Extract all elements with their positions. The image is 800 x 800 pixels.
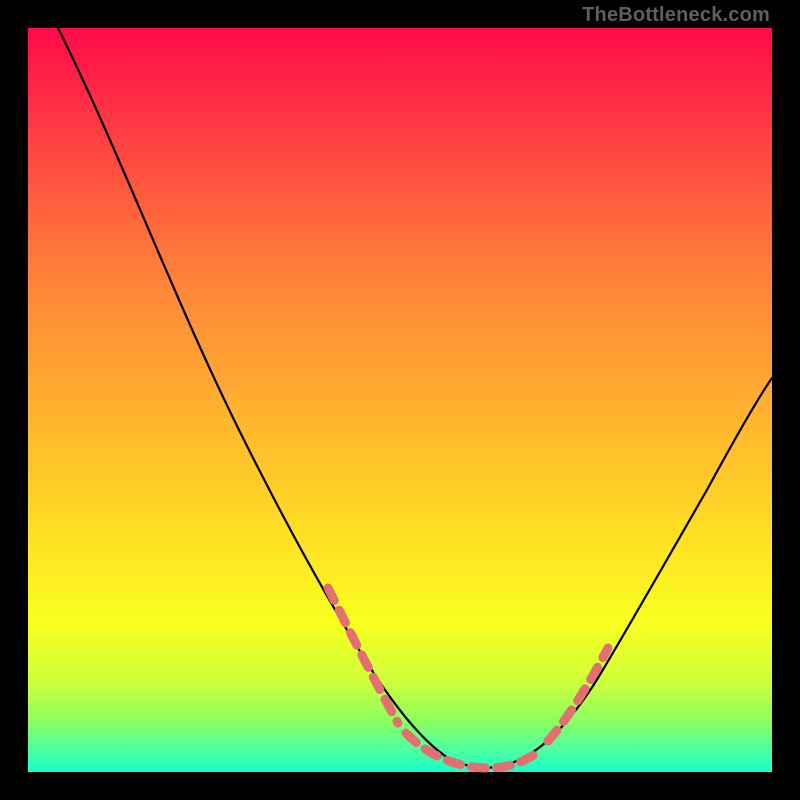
pink-dash-left — [328, 588, 398, 723]
chart-frame: TheBottleneck.com — [0, 0, 800, 800]
bottleneck-curve-line — [58, 28, 772, 768]
pink-dash-bottom — [406, 733, 540, 768]
plot-area — [28, 28, 772, 772]
pink-dash-right — [548, 648, 608, 741]
watermark-text: TheBottleneck.com — [582, 4, 770, 27]
chart-svg — [28, 28, 772, 772]
